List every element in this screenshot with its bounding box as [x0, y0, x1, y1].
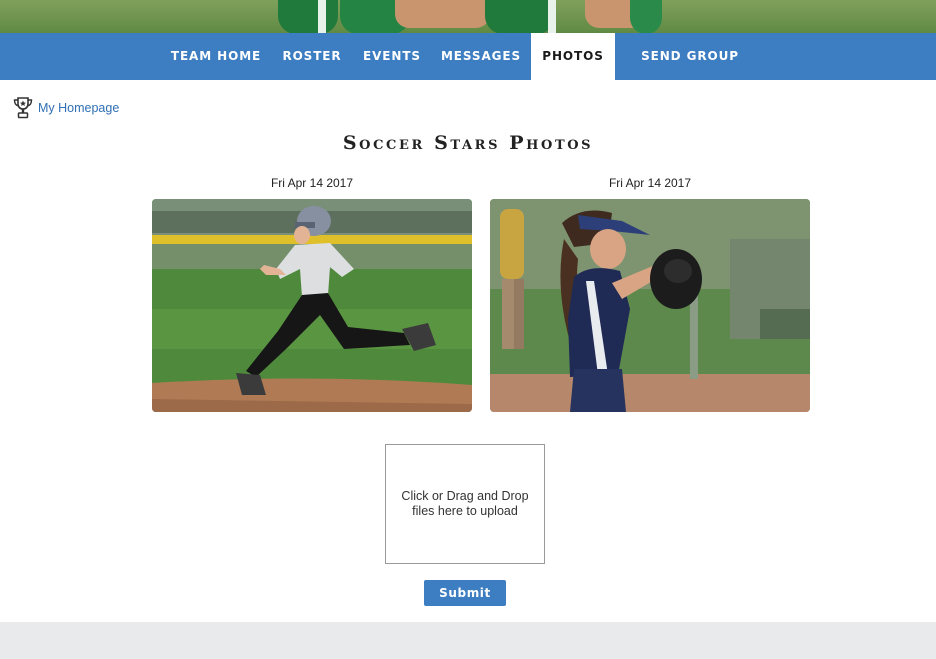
upload-instructions: Click or Drag and Drop files here to upl…	[401, 489, 529, 518]
my-homepage-link[interactable]: My Homepage	[12, 96, 119, 120]
nav-tab-roster[interactable]: ROSTER	[274, 33, 350, 80]
nav-tab-photos[interactable]: PHOTOS	[531, 33, 615, 80]
nav-tab-team-home[interactable]: TEAM HOME	[166, 33, 266, 80]
footer	[0, 622, 936, 659]
page-title: Soccer Stars Photos	[342, 132, 594, 154]
team-nav-bar: TEAM HOME ROSTER EVENTS MESSAGES PHOTOS …	[0, 33, 936, 110]
photo-thumbnail-runner[interactable]	[152, 199, 472, 412]
my-homepage-label: My Homepage	[38, 101, 120, 115]
photo-image	[152, 199, 472, 412]
nav-tab-events[interactable]: EVENTS	[356, 33, 428, 80]
trophy-icon	[13, 97, 33, 119]
photo-date: Fri Apr 14 2017	[608, 176, 692, 190]
header-banner-image	[0, 0, 936, 33]
nav-tab-send-group-text[interactable]: SEND GROUP TEXT	[621, 33, 759, 110]
submit-button[interactable]: Submit	[424, 580, 506, 606]
photo-thumbnail-pitcher[interactable]	[490, 199, 810, 412]
photo-image	[490, 199, 810, 412]
file-upload-dropzone[interactable]: Click or Drag and Drop files here to upl…	[385, 444, 545, 564]
nav-tab-messages[interactable]: MESSAGES	[436, 33, 526, 80]
photo-date: Fri Apr 14 2017	[270, 176, 354, 190]
